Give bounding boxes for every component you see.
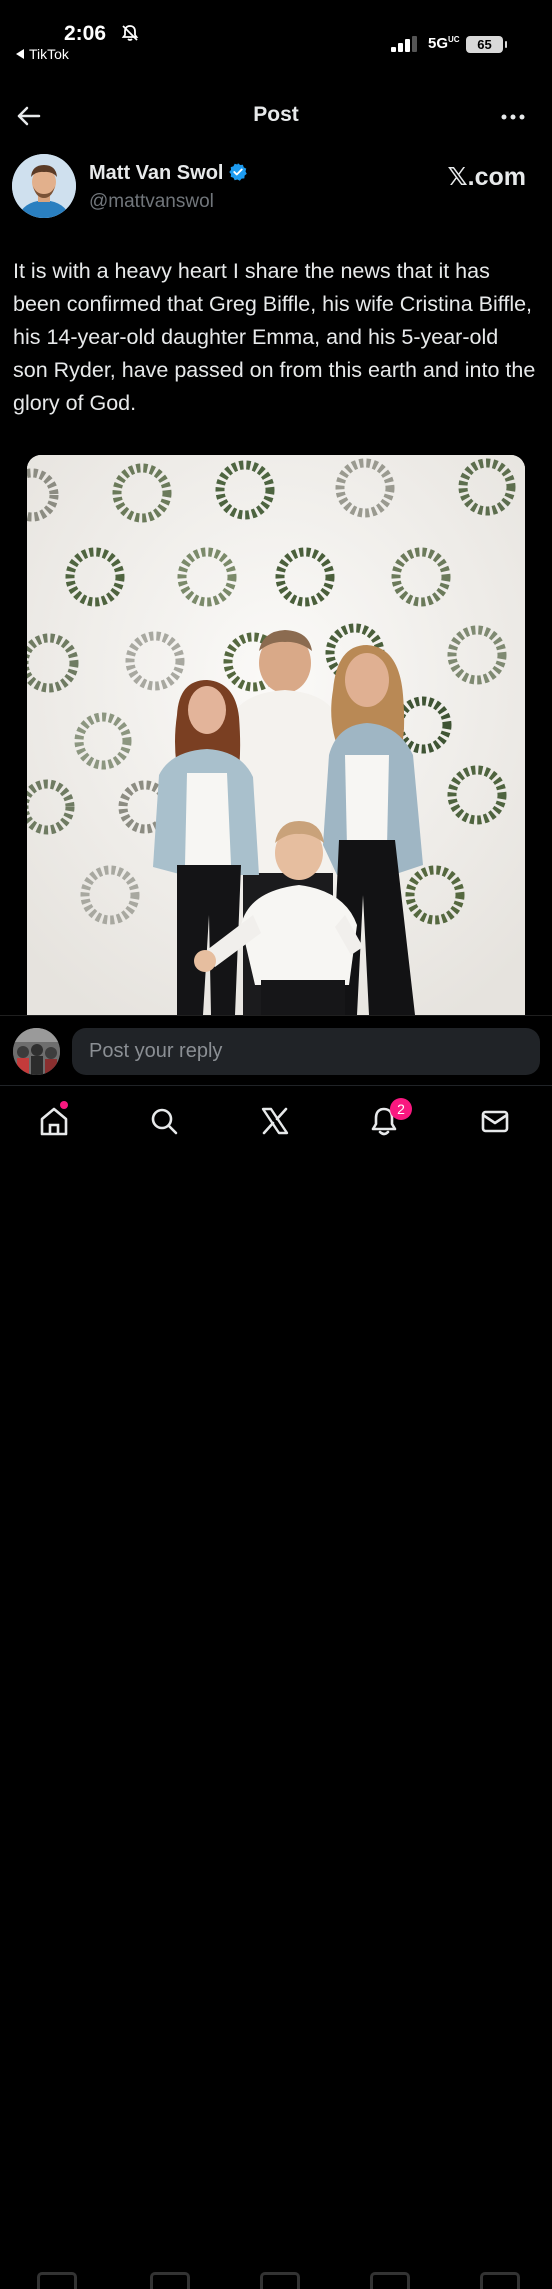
author-name[interactable]: Matt Van Swol	[89, 162, 248, 185]
home-icon	[40, 1107, 68, 1136]
reply-bar: Post your reply	[0, 1015, 552, 1086]
post-author: Matt Van Swol @mattvanswol 𝕏.com	[12, 154, 542, 224]
more-options-icon[interactable]	[500, 104, 526, 130]
tab-home[interactable]	[37, 1104, 71, 1138]
bottom-nav: 2	[0, 1085, 552, 2289]
background-tab-ghost	[150, 2272, 190, 2289]
reply-avatar[interactable]	[13, 1028, 60, 1075]
network-label: 5G	[428, 35, 449, 52]
tab-messages[interactable]	[478, 1104, 512, 1138]
signal-icon	[391, 36, 417, 52]
bell-muted-icon	[121, 25, 139, 41]
notifications-badge: 2	[390, 1098, 412, 1120]
post-header: Post	[0, 86, 552, 146]
back-app-label: TikTok	[29, 46, 69, 62]
status-time: 2:06	[64, 22, 107, 45]
source-label: 𝕏.com	[447, 163, 527, 191]
background-tab-ghost	[480, 2272, 520, 2289]
reply-input[interactable]: Post your reply	[72, 1028, 540, 1075]
x-logo-icon	[261, 1107, 289, 1135]
search-icon	[151, 1108, 178, 1135]
tab-search[interactable]	[147, 1104, 181, 1138]
page-title: Post	[253, 103, 299, 126]
author-handle[interactable]: @mattvanswol	[89, 191, 214, 213]
avatar[interactable]	[12, 154, 76, 218]
background-tab-ghost	[370, 2272, 410, 2289]
home-unread-dot	[60, 1101, 68, 1109]
author-name-text: Matt Van Swol	[89, 162, 224, 184]
back-to-app-link[interactable]: TikTok	[16, 46, 69, 62]
mail-icon	[481, 1110, 509, 1133]
network-suffix: UC	[448, 35, 460, 44]
background-tab-ghost	[37, 2272, 77, 2289]
tab-grok[interactable]	[258, 1104, 292, 1138]
verified-badge-icon	[229, 163, 248, 181]
network-type: 5GUC	[428, 35, 460, 52]
post-text: It is with a heavy heart I share the new…	[13, 259, 536, 415]
background-tab-ghost	[260, 2272, 300, 2289]
battery-level: 65	[477, 37, 492, 52]
battery-icon: 65	[466, 36, 507, 53]
back-triangle-icon	[16, 49, 24, 59]
status-bar: 2:06 TikTok 5GUC 65	[0, 0, 552, 70]
post-image[interactable]	[27, 455, 525, 1015]
